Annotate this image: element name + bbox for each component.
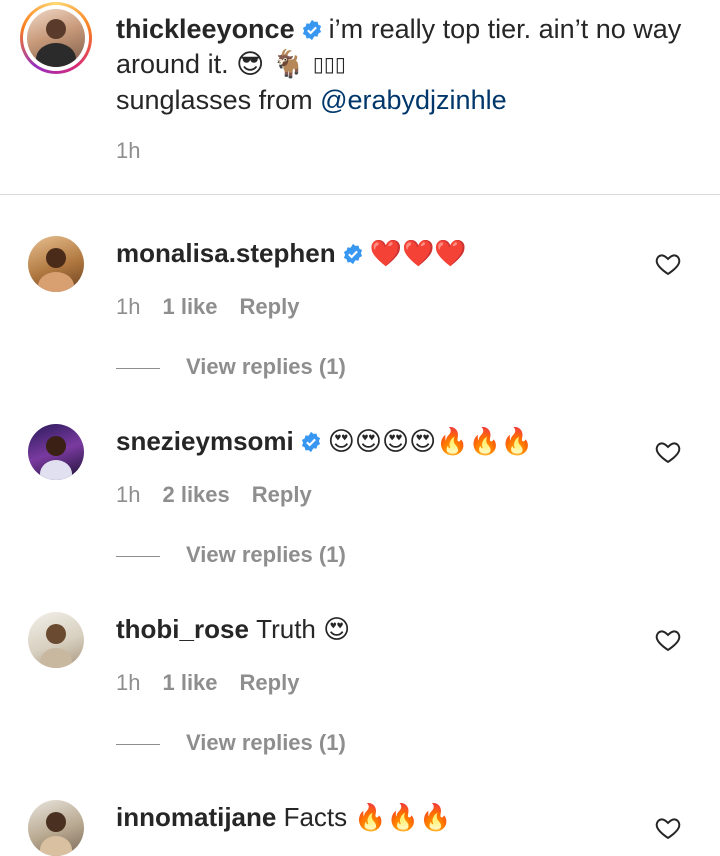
view-replies-line (116, 555, 160, 557)
comment-text: ❤️❤️❤️ (369, 238, 467, 268)
comment-username[interactable]: snezieymsomi (116, 426, 294, 456)
divider (0, 194, 720, 195)
comment-text: Facts 🔥🔥🔥 (283, 802, 452, 832)
comment-time: 1h (116, 294, 141, 319)
view-replies-label: View replies (1) (186, 354, 346, 379)
comment-meta: 1h 1 like Reply (116, 670, 321, 696)
view-replies-label: View replies (1) (186, 542, 346, 567)
comment-time: 1h (116, 482, 141, 507)
reply-button[interactable]: Reply (240, 670, 300, 695)
view-replies-line (116, 367, 160, 369)
verified-badge-icon (301, 431, 320, 453)
story-ring[interactable] (20, 2, 92, 74)
comment-meta: 1h 1 like Reply (116, 294, 321, 320)
view-replies-button[interactable]: View replies (1) (116, 730, 346, 756)
verified-badge-icon (343, 243, 362, 265)
comment-likes-link[interactable]: 1 like (162, 294, 217, 319)
comment-meta: 1h 2 likes Reply (116, 482, 334, 508)
view-replies-label: View replies (1) (186, 730, 346, 755)
post-caption: thickleeyonce i’m really top tier. ain’t … (116, 12, 696, 118)
commenter-avatar[interactable] (28, 612, 84, 668)
comment-time: 1h (116, 670, 141, 695)
caption-mention-link[interactable]: @erabydjzinhle (320, 85, 507, 115)
commenter-avatar[interactable] (28, 424, 84, 480)
comment-text: Truth 😍 (256, 614, 351, 644)
caption-missing-glyphs: ▯▯▯ (312, 54, 346, 76)
caption-emojis: 😎 🐐 (236, 49, 313, 79)
heart-outline-icon[interactable] (654, 814, 682, 842)
view-replies-line (116, 743, 160, 745)
comment-likes-link[interactable]: 1 like (162, 670, 217, 695)
caption-text-line2: around it. (116, 49, 229, 79)
comment-body: thobi_rose Truth 😍 (116, 614, 350, 645)
comment-likes-link[interactable]: 2 likes (162, 482, 229, 507)
comment-text: 😍😍😍😍🔥🔥🔥 (327, 426, 534, 456)
comment-username[interactable]: innomatijane (116, 802, 276, 832)
reply-button[interactable]: Reply (240, 294, 300, 319)
heart-outline-icon[interactable] (654, 626, 682, 654)
post-author-username[interactable]: thickleeyonce (116, 14, 295, 44)
comment-body: monalisa.stephen ❤️❤️❤️ (116, 238, 467, 269)
comment-username[interactable]: monalisa.stephen (116, 238, 336, 268)
reply-button[interactable]: Reply (252, 482, 312, 507)
comment-body: snezieymsomi 😍😍😍😍🔥🔥🔥 (116, 426, 533, 457)
heart-outline-icon[interactable] (654, 250, 682, 278)
post-author-avatar[interactable] (27, 9, 85, 67)
commenter-avatar[interactable] (28, 236, 84, 292)
view-replies-button[interactable]: View replies (1) (116, 542, 346, 568)
caption-text-line3: sunglasses from (116, 85, 321, 115)
commenter-avatar[interactable] (28, 800, 84, 856)
caption-text-line1: i’m really top tier. ain’t no way (328, 14, 682, 44)
heart-outline-icon[interactable] (654, 438, 682, 466)
view-replies-button[interactable]: View replies (1) (116, 354, 346, 380)
verified-badge-icon (302, 19, 321, 41)
comment-body: innomatijane Facts 🔥🔥🔥 (116, 802, 452, 833)
post-timestamp: 1h (116, 138, 141, 163)
comment-username[interactable]: thobi_rose (116, 614, 249, 644)
